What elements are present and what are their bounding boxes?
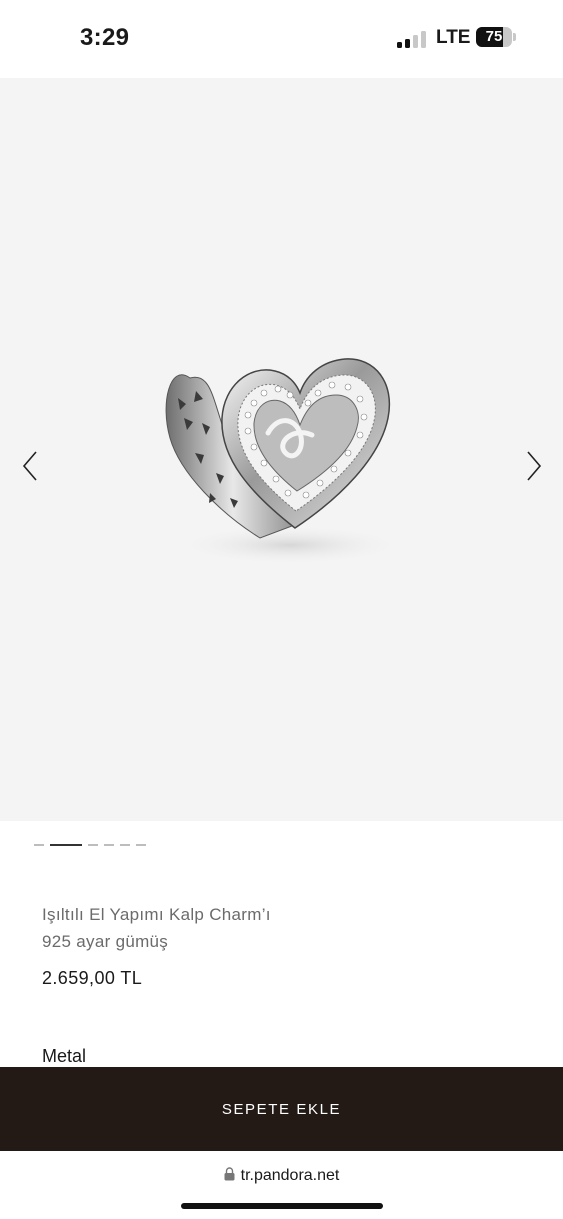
gallery-next-button[interactable] [518, 448, 548, 484]
pager-dot[interactable] [136, 844, 146, 846]
status-bar: 3:29 LTE 75 [0, 0, 563, 78]
battery-tip [513, 33, 516, 41]
lock-icon [224, 1167, 235, 1181]
battery-level: 75 [485, 28, 503, 45]
pager-dot[interactable] [104, 844, 114, 846]
signal-bar [413, 35, 418, 48]
url-container[interactable]: tr.pandora.net [0, 1167, 563, 1185]
heart-charm-image [165, 358, 405, 565]
signal-bar [421, 31, 426, 48]
pager-dot[interactable] [50, 844, 82, 846]
pager-dot[interactable] [88, 844, 98, 846]
url-text: tr.pandora.net [240, 1167, 340, 1184]
signal-bar [405, 39, 410, 48]
chevron-left-icon [22, 451, 37, 481]
product-material: 925 ayar gümüş [42, 932, 169, 951]
product-name: Işıltılı El Yapımı Kalp Charm’ı [42, 905, 271, 924]
home-indicator[interactable] [181, 1203, 383, 1209]
gallery-prev-button[interactable] [16, 448, 46, 484]
metal-section-label[interactable]: Metal [42, 1046, 86, 1067]
signal-bar [397, 42, 402, 48]
status-time: 3:29 [80, 24, 130, 51]
product-price: 2.659,00 TL [42, 968, 143, 988]
pager-dot[interactable] [120, 844, 130, 846]
add-to-cart-button[interactable]: SEPETE EKLE [0, 1067, 563, 1151]
product-gallery[interactable] [0, 78, 563, 821]
battery-icon: 75 [476, 27, 512, 47]
signal-icon [397, 30, 427, 48]
browser-address-bar: tr.pandora.net [0, 1151, 563, 1219]
chevron-right-icon [527, 451, 542, 481]
network-type: LTE [436, 27, 471, 48]
pager-dot[interactable] [34, 844, 44, 846]
